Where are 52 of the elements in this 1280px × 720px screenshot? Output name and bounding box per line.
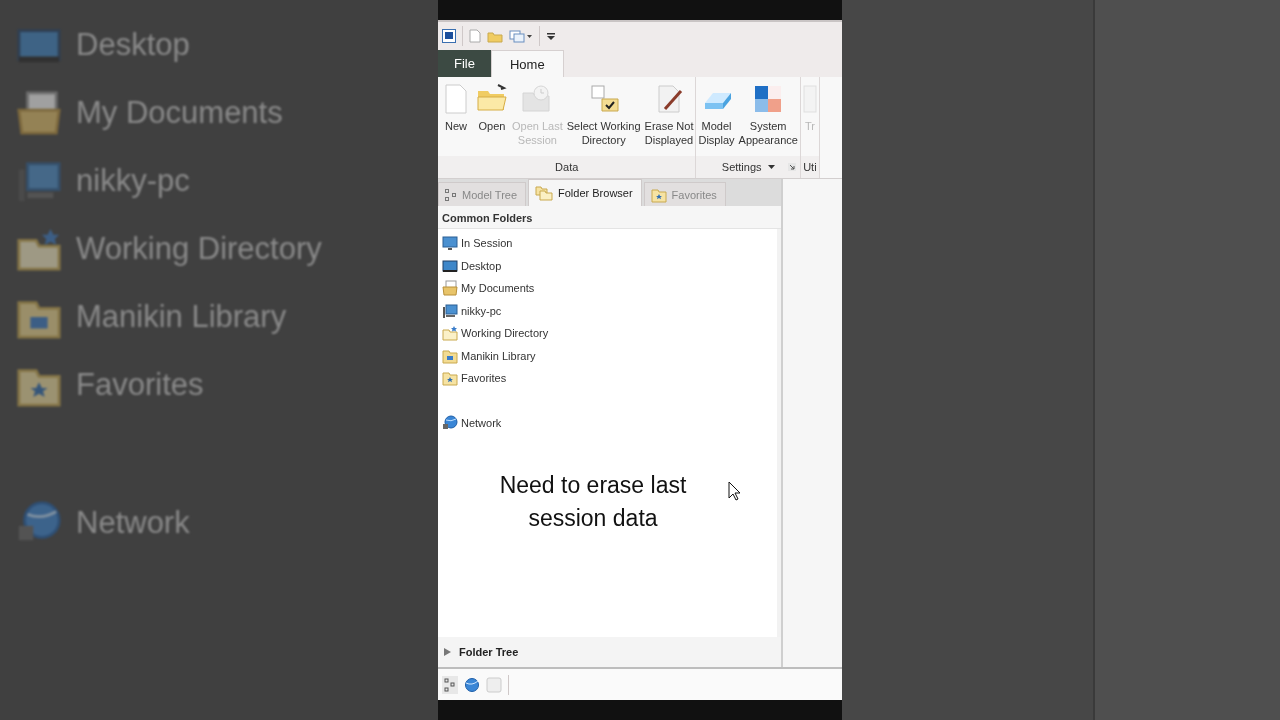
ribbon-button[interactable]: Open <box>474 83 510 156</box>
documents-icon <box>16 90 62 136</box>
folder-item[interactable]: Favorites <box>461 372 507 385</box>
tree-icon <box>445 188 457 201</box>
folder-label: nikky-pc <box>76 163 190 199</box>
windows-dropdown-icon[interactable] <box>509 29 533 43</box>
expand-icon <box>444 648 451 656</box>
folders-icon <box>535 185 554 201</box>
app-icon <box>442 29 456 43</box>
folder-label: My Documents <box>76 95 283 131</box>
tree-icon[interactable] <box>442 675 458 694</box>
globe-icon <box>442 414 458 431</box>
panel-tab[interactable]: Folder Browser <box>528 179 642 206</box>
folder-item[interactable]: nikky-pc <box>461 304 502 317</box>
ribbon-button[interactable]: Select Working Directory <box>564 83 643 156</box>
folder-star-icon <box>442 325 458 342</box>
group-label: Settings <box>696 156 800 178</box>
ribbon-button[interactable]: Erase Not Displayed <box>642 83 696 156</box>
section-heading: Folder Tree <box>459 646 519 658</box>
folder-item[interactable]: Desktop <box>461 259 502 272</box>
file-tab[interactable]: File <box>438 50 491 77</box>
folder-item[interactable]: Network <box>461 416 502 429</box>
launcher-icon[interactable] <box>787 163 796 171</box>
folder-item[interactable]: Working Directory <box>461 327 549 340</box>
folder-label: Manikin Library <box>76 299 287 335</box>
ribbon-button[interactable]: System Appearance <box>736 83 800 156</box>
desktop-icon <box>442 257 458 274</box>
group-label: Data <box>438 156 696 178</box>
folder-item[interactable]: In Session <box>461 237 513 250</box>
ribbon-tab[interactable]: Home <box>490 50 564 77</box>
folder-item[interactable]: Manikin Library <box>461 349 536 362</box>
section-heading: Common Folders <box>438 206 781 229</box>
folder-star-icon <box>16 226 62 272</box>
folder-label: Desktop <box>76 27 190 63</box>
caret-icon <box>767 164 775 170</box>
customize-dropdown-icon[interactable] <box>546 31 556 41</box>
monitor-icon <box>442 235 458 252</box>
folder-item[interactable]: My Documents <box>461 282 535 295</box>
folder-label: Network <box>76 505 190 541</box>
globe-icon[interactable] <box>464 676 480 693</box>
folder-star-icon <box>442 370 458 387</box>
document-icon <box>802 83 817 115</box>
folder-star-icon <box>650 186 667 203</box>
ribbon-button[interactable]: Model Display <box>696 83 737 156</box>
folder-icon <box>442 347 458 364</box>
caption-text: Need to erase last session data <box>498 471 688 533</box>
folder-label: Working Directory <box>76 231 322 267</box>
folder-label: Favorites <box>76 367 204 403</box>
computer-icon <box>442 302 458 319</box>
cursor-icon <box>728 481 742 501</box>
documents-icon <box>442 280 458 297</box>
ribbon-button[interactable]: New <box>438 83 474 156</box>
